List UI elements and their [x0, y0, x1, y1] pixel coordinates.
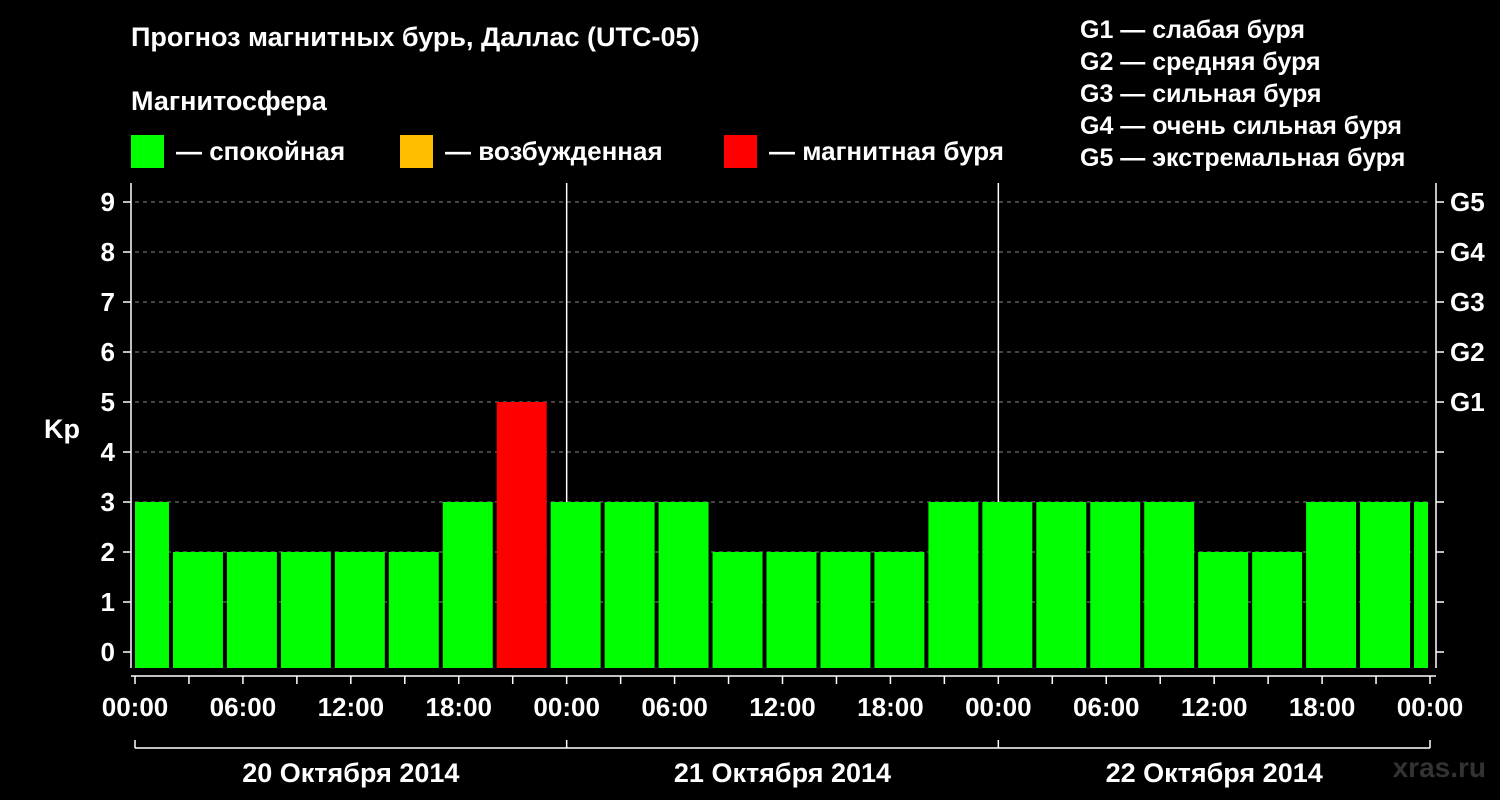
kp-bar — [874, 552, 925, 668]
y-tick-label: 7 — [101, 287, 115, 317]
kp-bar — [820, 552, 871, 668]
day-label: 22 Октября 2014 — [1106, 758, 1323, 788]
g-level-label: G2 — [1450, 337, 1485, 367]
y-tick-label: 2 — [101, 537, 115, 567]
kp-bar — [1306, 502, 1357, 668]
y-tick-label: 9 — [101, 187, 115, 217]
y-tick-label: 8 — [101, 237, 115, 267]
kp-bar — [1414, 502, 1428, 668]
kp-bar — [280, 552, 331, 668]
x-tick-label: 00:00 — [1397, 692, 1464, 722]
g-level-label: G5 — [1450, 187, 1485, 217]
x-tick-label: 12:00 — [1181, 692, 1248, 722]
kp-bar — [658, 502, 709, 668]
kp-bar — [442, 502, 493, 668]
day-label: 21 Октября 2014 — [674, 758, 891, 788]
kp-bar — [1198, 552, 1249, 668]
kp-bar — [334, 552, 385, 668]
y-tick-label: 6 — [101, 337, 115, 367]
kp-bar — [172, 552, 223, 668]
y-tick-label: 0 — [101, 637, 115, 667]
x-tick-label: 00:00 — [102, 692, 169, 722]
kp-bar — [388, 552, 439, 668]
kp-bar — [1144, 502, 1195, 668]
kp-bar — [1036, 502, 1087, 668]
kp-bar — [226, 552, 277, 668]
kp-bar — [712, 552, 763, 668]
kp-bar — [982, 502, 1033, 668]
x-tick-label: 00:00 — [533, 692, 600, 722]
kp-bar — [1090, 502, 1141, 668]
kp-bar — [604, 502, 655, 668]
kp-bar — [928, 502, 979, 668]
x-tick-label: 00:00 — [965, 692, 1032, 722]
watermark: xras.ru — [1392, 752, 1486, 783]
x-tick-label: 06:00 — [1073, 692, 1140, 722]
y-tick-label: 1 — [101, 587, 115, 617]
x-tick-label: 12:00 — [318, 692, 385, 722]
day-label: 20 Октября 2014 — [242, 758, 459, 788]
y-tick-label: 3 — [101, 487, 115, 517]
x-tick-label: 18:00 — [857, 692, 924, 722]
kp-bar — [1252, 552, 1303, 668]
x-tick-label: 18:00 — [426, 692, 493, 722]
kp-bar — [550, 502, 601, 668]
kp-bar-chart: 0 1 2 3 4 5 6 7 8 9 G1 G2 G3 G4 G5 00:00 06:00 12:00 18:00… — [44, 183, 1485, 788]
kp-bar — [766, 552, 817, 668]
kp-bar — [135, 502, 169, 668]
g-level-label: G3 — [1450, 287, 1485, 317]
x-tick-label: 18:00 — [1289, 692, 1356, 722]
g-level-label: G1 — [1450, 387, 1485, 417]
x-tick-label: 06:00 — [210, 692, 277, 722]
x-tick-label: 12:00 — [749, 692, 816, 722]
g-level-label: G4 — [1450, 237, 1485, 267]
y-tick-label: 5 — [101, 387, 115, 417]
y-axis-label: Kp — [44, 414, 80, 444]
y-tick-label: 4 — [101, 437, 116, 467]
kp-bar — [496, 402, 547, 668]
kp-bar — [1360, 502, 1411, 668]
x-tick-label: 06:00 — [641, 692, 708, 722]
